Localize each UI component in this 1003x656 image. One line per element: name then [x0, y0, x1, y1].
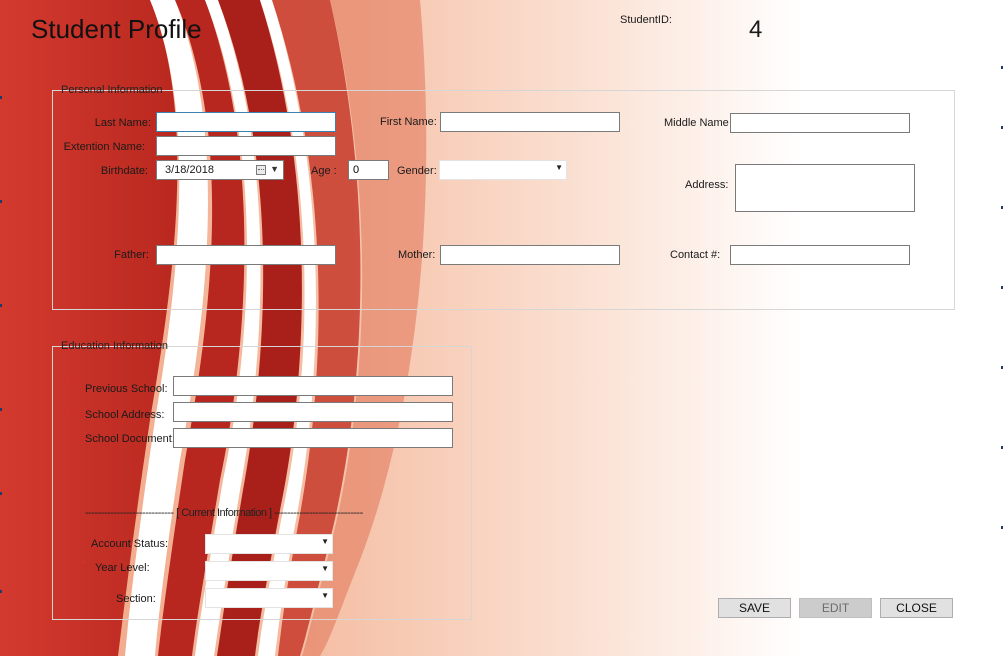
page-title: Student Profile	[31, 14, 202, 44]
section-select[interactable]: ▼	[205, 588, 333, 608]
chevron-down-icon[interactable]: ▼	[555, 163, 563, 172]
required-marker: *	[67, 378, 71, 387]
contact-input[interactable]	[730, 245, 910, 265]
age-input[interactable]	[348, 160, 389, 180]
last-name-input[interactable]	[156, 112, 336, 132]
previous-school-input[interactable]	[173, 376, 453, 396]
required-marker: *	[83, 560, 87, 569]
middle-name-input[interactable]	[730, 113, 910, 133]
close-button[interactable]: CLOSE	[880, 598, 953, 618]
school-address-input[interactable]	[173, 402, 453, 422]
student-id-label: StudentID:	[620, 14, 672, 26]
section-label: Section:	[116, 593, 156, 605]
school-address-label: School Address:	[85, 409, 165, 421]
extension-name-input[interactable]	[156, 136, 336, 156]
birthdate-label: Birthdate:	[100, 165, 148, 177]
chevron-down-icon[interactable]: ▼	[270, 164, 279, 174]
mother-input[interactable]	[440, 245, 620, 265]
age-label: Age :	[311, 165, 337, 177]
education-info-legend: Education Information	[61, 340, 169, 352]
year-level-select[interactable]: ▼	[205, 561, 333, 581]
chevron-down-icon[interactable]: ▼	[321, 564, 329, 573]
first-name-input[interactable]	[440, 112, 620, 132]
birthdate-picker[interactable]: 3/18/2018 ▼	[156, 160, 284, 180]
student-id-value: 4	[749, 16, 763, 43]
birthdate-value: 3/18/2018	[165, 164, 214, 176]
middle-name-label: Middle Name	[664, 117, 729, 129]
mother-label: Mother:	[398, 249, 436, 261]
gender-label: Gender:	[397, 165, 437, 177]
personal-info-legend: Personal Information	[61, 84, 163, 96]
school-document-label: School Document:	[85, 433, 175, 445]
account-status-select[interactable]: ▼	[205, 534, 333, 554]
edit-button[interactable]: EDIT	[799, 598, 872, 618]
chevron-down-icon[interactable]: ▼	[321, 537, 329, 546]
gender-select[interactable]: ▼	[439, 160, 567, 180]
save-button[interactable]: SAVE	[718, 598, 791, 618]
school-document-input[interactable]	[173, 428, 453, 448]
father-input[interactable]	[156, 245, 336, 265]
extension-name-label: Extention Name:	[63, 141, 145, 153]
chevron-down-icon[interactable]: ▼	[321, 591, 329, 600]
father-label: Father:	[114, 249, 149, 261]
contact-label: Contact #:	[670, 249, 721, 261]
first-name-label: First Name:	[380, 116, 437, 128]
last-name-label: Last Name:	[94, 117, 151, 129]
year-level-label: Year Level:	[95, 562, 150, 574]
address-textarea[interactable]	[735, 164, 915, 212]
required-marker: *	[67, 408, 71, 417]
current-info-separator: ---------------------------- [ Current I…	[85, 507, 363, 519]
account-status-label: Account Status:	[91, 538, 169, 550]
calendar-icon[interactable]	[256, 165, 266, 175]
address-label: Address:	[685, 179, 729, 191]
previous-school-label: Previous School:	[85, 383, 168, 395]
